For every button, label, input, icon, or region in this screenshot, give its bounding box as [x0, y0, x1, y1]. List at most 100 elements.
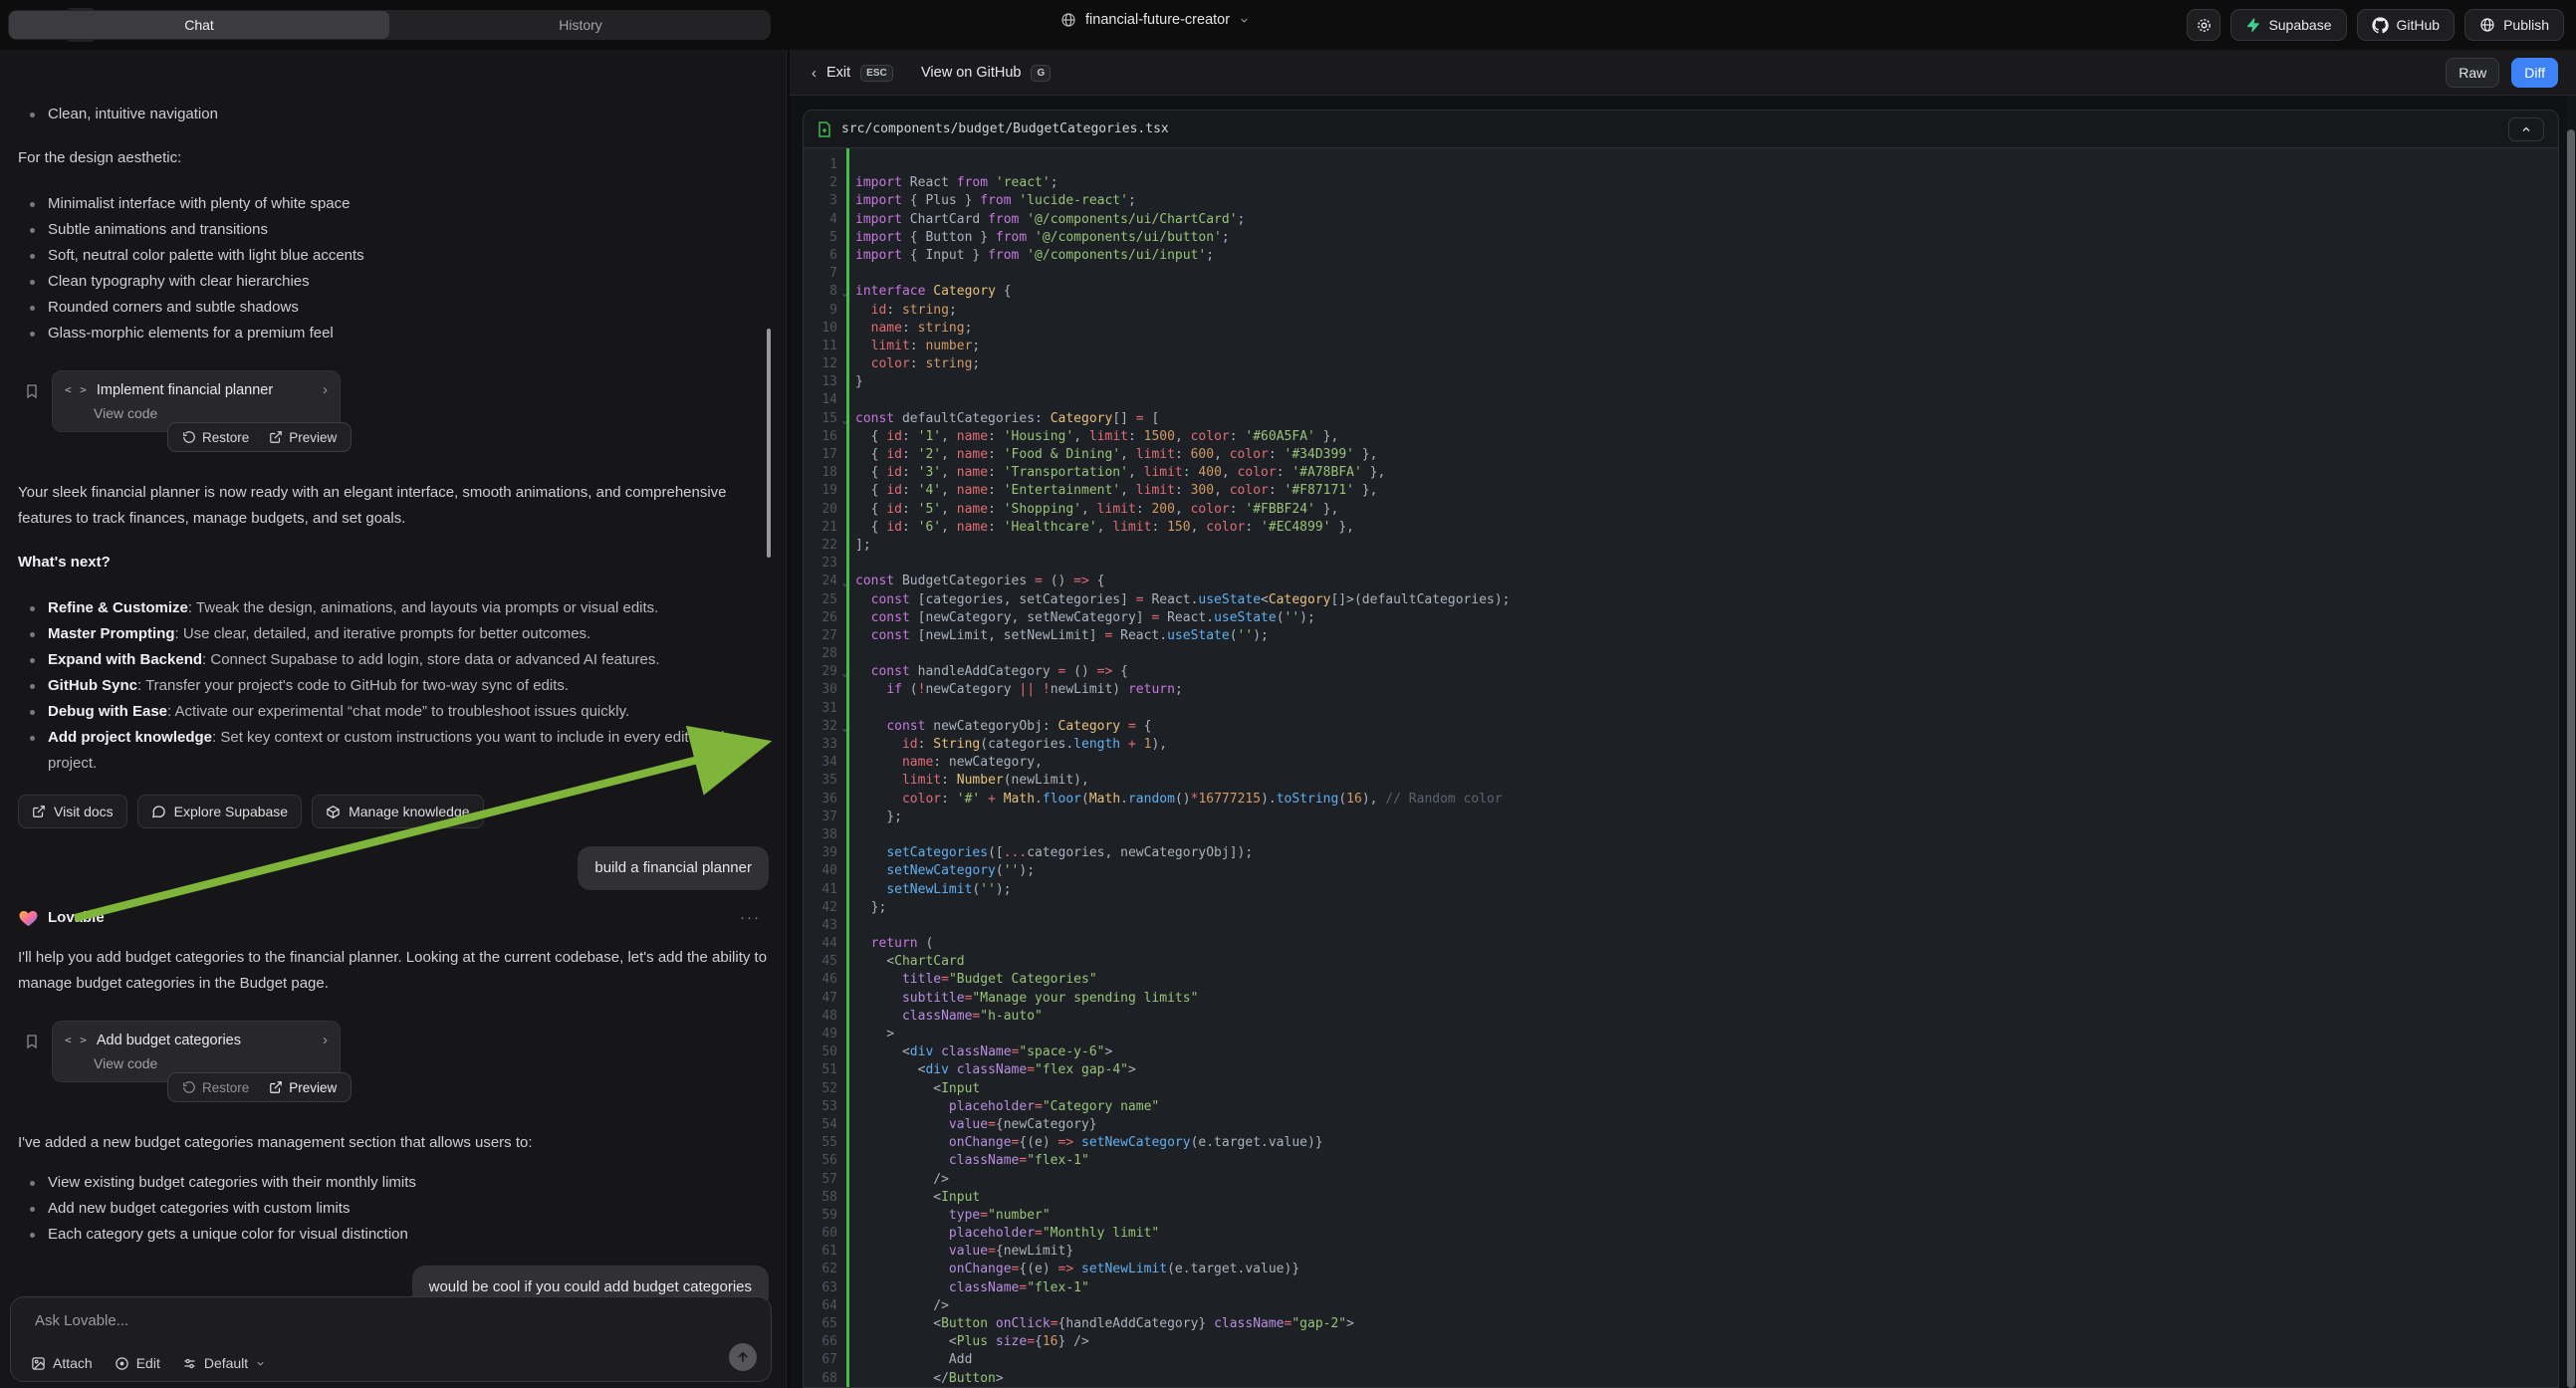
- line-number: 7: [804, 265, 846, 283]
- restore-button[interactable]: Restore: [172, 423, 259, 451]
- code-line: 20 { id: '5', name: 'Shopping', limit: 2…: [804, 501, 2558, 519]
- line-number: 57: [804, 1171, 846, 1189]
- code-file-card: src/components/budget/BudgetCategories.t…: [803, 110, 2559, 1388]
- code-line: 3import { Plus } from 'lucide-react';: [804, 192, 2558, 210]
- line-number: 3: [804, 192, 846, 210]
- preview-button[interactable]: Preview: [259, 423, 347, 451]
- code-line: 23: [804, 555, 2558, 573]
- chevron-down-icon: [255, 1358, 266, 1369]
- assistant-paragraph: For the design aesthetic:: [18, 145, 769, 171]
- visit-docs-button[interactable]: Visit docs: [18, 795, 127, 828]
- line-number: 43: [804, 917, 846, 935]
- diff-toggle-button[interactable]: Diff: [2511, 58, 2558, 88]
- manage-knowledge-button[interactable]: Manage knowledge: [312, 795, 483, 828]
- diff-added-bar: [846, 148, 849, 1388]
- bullet-list: Refine & Customize: Tweak the design, an…: [18, 595, 769, 777]
- line-number: 19: [804, 482, 846, 500]
- exit-button[interactable]: ‹ Exit ESC: [812, 50, 893, 96]
- code-line: 16 { id: '1', name: 'Housing', limit: 15…: [804, 428, 2558, 446]
- project-name-menu[interactable]: financial-future-creator: [1060, 12, 1250, 28]
- line-number: 25: [804, 591, 846, 609]
- code-line: 53 placeholder="Category name": [804, 1098, 2558, 1116]
- line-number: 13: [804, 373, 846, 391]
- external-link-icon: [32, 805, 46, 818]
- list-item: Subtle animations and transitions: [18, 217, 769, 243]
- explore-supabase-button[interactable]: Explore Supabase: [137, 795, 302, 828]
- line-number: 68: [804, 1370, 846, 1388]
- code-line: 46 title="Budget Categories": [804, 971, 2558, 989]
- publish-globe-icon: [2479, 17, 2495, 33]
- code-line: 55 onChange={(e) => setNewCategory(e.tar…: [804, 1134, 2558, 1152]
- view-on-github-link[interactable]: View on GitHub G: [921, 50, 1051, 96]
- supabase-button[interactable]: Supabase: [2230, 9, 2346, 41]
- bullet-list: View existing budget categories with the…: [18, 1170, 769, 1248]
- chevron-right-icon: ›: [323, 381, 328, 398]
- code-line: 4import ChartCard from '@/components/ui/…: [804, 211, 2558, 229]
- lovable-heart-icon: [18, 908, 39, 927]
- line-number: 42: [804, 899, 846, 917]
- code-editor[interactable]: 12import React from 'react';3import { Pl…: [804, 148, 2558, 1388]
- line-number: 64: [804, 1297, 846, 1315]
- line-number: 12: [804, 355, 846, 373]
- globe-icon: [1060, 12, 1076, 28]
- list-item: Soft, neutral color palette with light b…: [18, 243, 769, 269]
- code-line: 1: [804, 156, 2558, 174]
- code-line: 18 { id: '3', name: 'Transportation', li…: [804, 464, 2558, 482]
- settings-button[interactable]: [2187, 9, 2221, 41]
- tab-chat[interactable]: Chat: [9, 11, 389, 39]
- message-circle-icon: [151, 805, 166, 819]
- chat-message-list: Clean, intuitive navigationFor the desig…: [0, 62, 787, 1309]
- github-button[interactable]: GitHub: [2357, 9, 2456, 41]
- code-line: 67 Add: [804, 1351, 2558, 1369]
- code-line: 31: [804, 700, 2558, 718]
- code-line: 64 />: [804, 1297, 2558, 1315]
- line-number: 24⌄: [804, 573, 846, 590]
- code-scrollbar-thumb[interactable]: [2567, 129, 2575, 1388]
- message-menu-button[interactable]: ···: [740, 909, 761, 926]
- code-line: 11 limit: number;: [804, 338, 2558, 355]
- assistant-paragraph: I'll help you add budget categories to t…: [18, 945, 769, 997]
- line-number: 4: [804, 211, 846, 229]
- send-button[interactable]: [729, 1343, 757, 1371]
- line-number: 14: [804, 391, 846, 409]
- code-scrollbar-track[interactable]: [2566, 96, 2576, 1388]
- gear-icon: [2196, 17, 2213, 34]
- line-number: 2: [804, 174, 846, 192]
- edit-button[interactable]: Edit: [115, 1355, 160, 1371]
- tab-history[interactable]: History: [390, 10, 771, 40]
- list-item: View existing budget categories with the…: [18, 1170, 769, 1196]
- version-actions: RestorePreview: [167, 422, 351, 452]
- file-header[interactable]: src/components/budget/BudgetCategories.t…: [804, 111, 2558, 148]
- publish-button[interactable]: Publish: [2464, 9, 2564, 41]
- code-line: 57 />: [804, 1171, 2558, 1189]
- code-line: 54 value={newCategory}: [804, 1116, 2558, 1134]
- line-number: 53: [804, 1098, 846, 1116]
- line-number: 5: [804, 229, 846, 247]
- restore-button[interactable]: Restore: [172, 1073, 259, 1101]
- code-icon: < >: [65, 383, 88, 396]
- code-line: 12 color: string;: [804, 355, 2558, 373]
- code-line: 24⌄const BudgetCategories = () => {: [804, 573, 2558, 590]
- code-line: 25 const [categories, setCategories] = R…: [804, 591, 2558, 609]
- sliders-icon: [182, 1356, 197, 1371]
- code-line: 19 { id: '4', name: 'Entertainment', lim…: [804, 482, 2558, 500]
- code-line: 39 setCategories([...categories, newCate…: [804, 844, 2558, 862]
- line-number: 35: [804, 772, 846, 790]
- chat-scrollbar[interactable]: [767, 329, 771, 558]
- line-number: 27: [804, 627, 846, 645]
- attach-button[interactable]: Attach: [31, 1355, 93, 1371]
- chat-input-placeholder: Ask Lovable...: [35, 1312, 128, 1329]
- chat-input-box[interactable]: Ask Lovable... Attach Edit Default: [10, 1296, 772, 1382]
- line-number: 54: [804, 1116, 846, 1134]
- code-line: 48 className="h-auto": [804, 1008, 2558, 1026]
- view-code-link[interactable]: View code: [94, 405, 328, 421]
- view-code-link[interactable]: View code: [94, 1055, 328, 1071]
- line-number: 59: [804, 1207, 846, 1225]
- chevron-right-icon: ›: [323, 1032, 328, 1048]
- line-number: 1: [804, 156, 846, 174]
- line-number: 58: [804, 1189, 846, 1207]
- collapse-file-button[interactable]: [2508, 117, 2544, 141]
- raw-toggle-button[interactable]: Raw: [2446, 58, 2499, 88]
- preview-button[interactable]: Preview: [259, 1073, 347, 1101]
- mode-select[interactable]: Default: [182, 1355, 266, 1371]
